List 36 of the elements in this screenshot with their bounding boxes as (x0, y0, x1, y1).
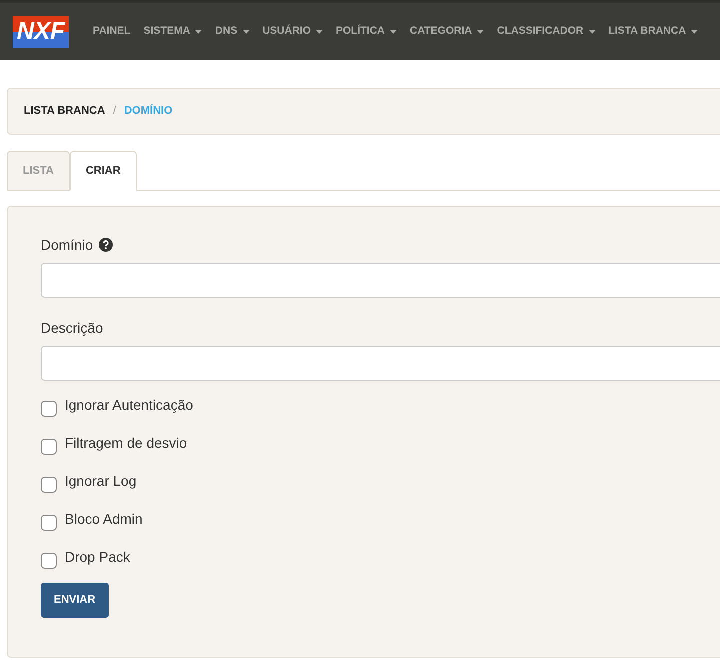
text-field[interactable] (41, 263, 720, 298)
nav-link[interactable]: POLÍTICA (336, 24, 397, 40)
breadcrumb-separator: / (113, 104, 116, 120)
checkbox-label: Ignorar Autenticação (65, 396, 194, 415)
field-label: Domínio (41, 236, 94, 254)
caret-icon (242, 30, 250, 34)
checkbox[interactable] (41, 401, 57, 417)
nav-link[interactable]: LISTA BRANCA (608, 24, 698, 40)
checkbox[interactable] (41, 515, 57, 531)
caret-icon (316, 30, 323, 34)
text-field[interactable] (41, 346, 720, 381)
submit-button[interactable]: ENVIAR (41, 583, 109, 618)
breadcrumb-link[interactable]: LISTA BRANCA (24, 103, 106, 120)
checkbox[interactable] (41, 439, 57, 455)
checkbox[interactable] (41, 477, 57, 493)
caret-icon (477, 30, 484, 34)
nav-link[interactable]: CATEGORIA (410, 24, 484, 40)
checkbox-label: Drop Pack (65, 548, 130, 567)
field-label: Descrição (41, 318, 104, 338)
nav-link[interactable]: SISTEMA (144, 24, 202, 40)
caret-icon (691, 30, 698, 34)
caret-icon (588, 30, 596, 34)
nav-link[interactable]: USUÁRIO (262, 24, 323, 40)
checkbox-label: Bloco Admin (65, 510, 143, 529)
nav-link[interactable]: PAINEL (93, 24, 131, 40)
help-icon[interactable] (99, 238, 114, 252)
tab[interactable]: LISTA (7, 151, 70, 190)
checkbox[interactable] (41, 553, 57, 569)
caret-icon (390, 30, 397, 34)
checkbox-label: Filtragem de desvio (65, 434, 188, 453)
nav-link[interactable]: CLASSIFICADOR (497, 24, 596, 40)
tab[interactable]: CRIAR (70, 151, 137, 191)
checkbox-label: Ignorar Log (65, 472, 137, 491)
nav-link[interactable]: DNS (215, 24, 250, 40)
caret-icon (195, 30, 202, 34)
breadcrumb-link[interactable]: DOMÍNIO (124, 103, 173, 120)
